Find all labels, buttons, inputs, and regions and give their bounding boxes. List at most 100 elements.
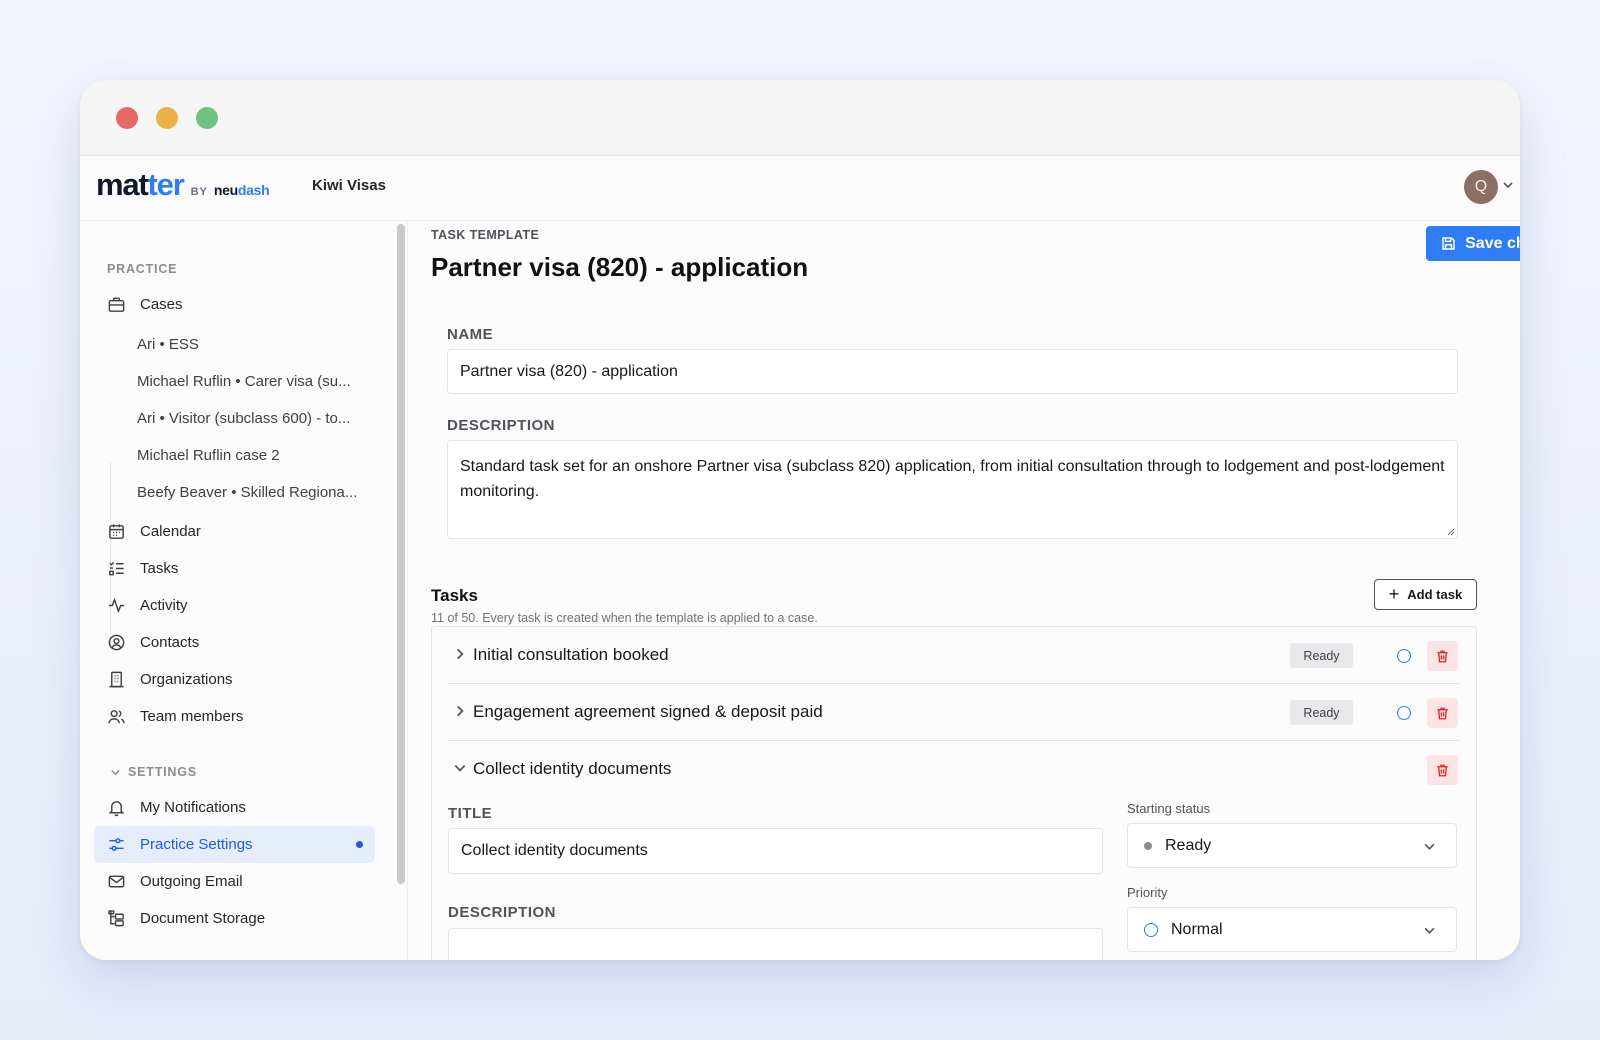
bell-icon — [106, 798, 126, 818]
scrollbar-thumb[interactable] — [397, 224, 405, 884]
case-item[interactable]: Ari • ESS — [137, 336, 372, 353]
page-eyebrow: TASK TEMPLATE — [431, 228, 540, 242]
priority-value: Normal — [1171, 920, 1223, 938]
chevron-right-icon[interactable] — [453, 647, 467, 661]
trash-icon — [1437, 650, 1448, 662]
sidebar-item-label: Calendar — [140, 523, 201, 540]
sidebar-item-cases[interactable]: Cases — [94, 286, 375, 323]
app-window: matter BY neudash Kiwi Visas Q PRACTICE … — [80, 80, 1520, 960]
priority-select[interactable]: Normal — [1127, 907, 1457, 952]
chevron-down-icon — [111, 769, 120, 775]
starting-status-select[interactable]: Ready — [1127, 823, 1457, 868]
minimize-window-button[interactable] — [156, 107, 178, 129]
settings-heading: SETTINGS — [128, 765, 197, 779]
task-title-input[interactable]: Collect identity documents — [448, 828, 1103, 874]
chevron-down-icon — [1424, 843, 1435, 850]
status-badge: Ready — [1290, 700, 1353, 725]
active-indicator-dot — [356, 841, 363, 848]
add-task-label: Add task — [1407, 587, 1463, 602]
briefcase-icon — [106, 295, 126, 315]
sidebar-item-label: Activity — [140, 597, 188, 614]
app-header: matter BY neudash Kiwi Visas Q — [80, 157, 1520, 221]
sidebar-item-label: Document Storage — [140, 910, 266, 927]
delete-task-button[interactable] — [1427, 641, 1458, 671]
case-item[interactable]: Beefy Beaver • Skilled Regiona... — [137, 484, 372, 501]
starting-status-label: Starting status — [1127, 801, 1211, 816]
chevron-down-icon[interactable] — [453, 761, 467, 775]
trash-icon — [1437, 707, 1448, 719]
activity-icon — [106, 596, 126, 616]
delete-task-button[interactable] — [1427, 755, 1458, 785]
task-row[interactable]: Engagement agreement signed & deposit pa… — [448, 684, 1459, 741]
add-task-button[interactable]: + Add task — [1374, 579, 1477, 610]
priority-circle-icon — [1397, 649, 1411, 663]
sidebar: PRACTICE Cases Ari • ESS Michael Ruflin … — [80, 222, 400, 960]
building-icon — [106, 670, 126, 690]
sidebar-item-label: Practice Settings — [140, 836, 253, 853]
sidebar-item-label: Contacts — [140, 634, 200, 651]
task-title: Engagement agreement signed & deposit pa… — [473, 702, 823, 721]
calendar-icon — [106, 522, 126, 542]
sidebar-item-team-members[interactable]: Team members — [94, 698, 375, 735]
save-icon — [1442, 237, 1455, 250]
plus-icon: + — [1388, 584, 1400, 604]
save-changes-button[interactable]: Save changes — [1426, 226, 1520, 261]
sidebar-item-practice-settings[interactable]: Practice Settings — [94, 826, 375, 863]
settings-section-toggle[interactable]: SETTINGS — [110, 765, 197, 779]
trash-icon — [1437, 764, 1448, 776]
sidebar-item-contacts[interactable]: Contacts — [94, 624, 375, 661]
priority-label: Priority — [1127, 885, 1168, 900]
sidebar-item-label: My Notifications — [140, 799, 246, 816]
close-window-button[interactable] — [116, 107, 138, 129]
sidebar-scrollbar[interactable] — [392, 222, 408, 960]
tasks-subtitle: 11 of 50. Every task is created when the… — [431, 611, 818, 625]
sidebar-item-tasks[interactable]: Tasks — [94, 550, 375, 587]
user-avatar[interactable]: Q — [1464, 170, 1498, 204]
resize-grip-icon[interactable] — [1445, 526, 1455, 536]
case-item[interactable]: Michael Ruflin • Carer visa (su... — [137, 373, 372, 390]
sidebar-item-my-notifications[interactable]: My Notifications — [94, 789, 375, 826]
task-list: Initial consultation booked Ready Engage… — [431, 626, 1477, 960]
priority-circle-icon — [1144, 922, 1158, 937]
status-badge: Ready — [1290, 643, 1353, 668]
save-button-label: Save changes — [1465, 234, 1520, 252]
matter-logo[interactable]: matter BY neudash — [96, 167, 270, 203]
priority-circle-icon — [1397, 706, 1411, 720]
task-description-input[interactable] — [448, 928, 1103, 960]
sliders-icon — [106, 835, 126, 855]
sidebar-item-label: Outgoing Email — [140, 873, 243, 890]
name-input[interactable]: Partner visa (820) - application — [447, 349, 1458, 394]
task-row[interactable]: Initial consultation booked Ready — [448, 627, 1459, 684]
starting-status-value: Ready — [1165, 836, 1212, 854]
users-icon — [106, 707, 126, 727]
sidebar-item-outgoing-email[interactable]: Outgoing Email — [94, 863, 375, 900]
sidebar-item-organizations[interactable]: Organizations — [94, 661, 375, 698]
description-text: Standard task set for an onshore Partner… — [460, 458, 1445, 500]
page-title: Partner visa (820) - application — [431, 252, 809, 282]
status-dot-icon — [1144, 841, 1152, 850]
delete-task-button[interactable] — [1427, 698, 1458, 728]
chevron-right-icon[interactable] — [453, 704, 467, 718]
sidebar-item-label: Cases — [140, 296, 183, 313]
case-item[interactable]: Michael Ruflin case 2 — [137, 447, 372, 464]
sidebar-item-activity[interactable]: Activity — [94, 587, 375, 624]
case-item[interactable]: Ari • Visitor (subclass 600) - to... — [137, 410, 372, 427]
sidebar-item-calendar[interactable]: Calendar — [94, 513, 375, 550]
chevron-down-icon[interactable] — [1502, 179, 1514, 191]
sidebar-item-document-storage[interactable]: Document Storage — [94, 900, 375, 937]
name-label: NAME — [447, 326, 494, 343]
task-list-icon — [106, 559, 126, 579]
task-row-expanded[interactable]: Collect identity documents — [448, 741, 1459, 798]
sidebar-item-label: Tasks — [140, 560, 179, 577]
maximize-window-button[interactable] — [196, 107, 218, 129]
tasks-heading: Tasks — [431, 586, 478, 605]
window-titlebar — [80, 80, 1520, 156]
task-description-label: DESCRIPTION — [448, 904, 557, 921]
organization-name[interactable]: Kiwi Visas — [312, 177, 386, 194]
task-title-label: TITLE — [448, 805, 493, 822]
description-textarea[interactable]: Standard task set for an onshore Partner… — [447, 440, 1458, 539]
description-label: DESCRIPTION — [447, 417, 556, 434]
folder-tree-icon — [106, 909, 126, 929]
task-title: Initial consultation booked — [473, 645, 669, 664]
practice-heading: PRACTICE — [107, 262, 178, 276]
